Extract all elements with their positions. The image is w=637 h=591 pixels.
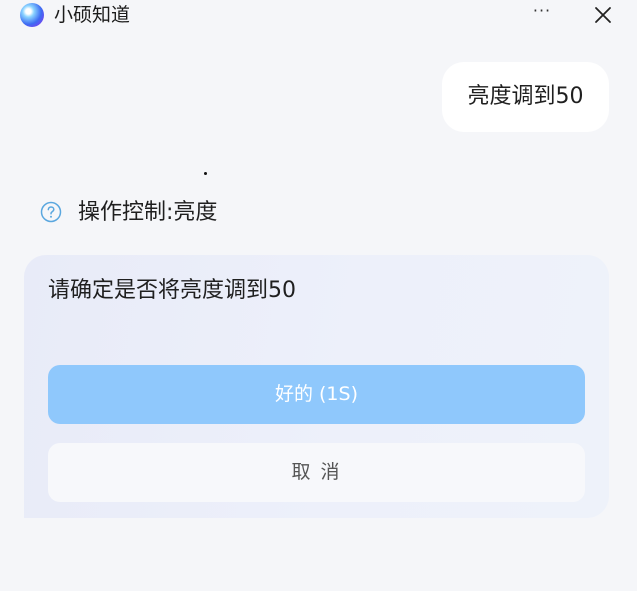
help-circle-icon [40,201,62,223]
app-title: 小硕知道 [54,4,131,26]
confirm-text: 请确定是否将亮度调到50 [48,278,296,303]
confirm-card: 请确定是否将亮度调到50 好的 (1S) 取 消 [24,255,609,518]
stray-dot [204,172,207,175]
user-message-bubble: 亮度调到50 [442,62,609,132]
close-icon [595,7,611,23]
app-logo-icon [20,3,44,27]
intent-label: 操作控制:亮度 [78,200,218,225]
more-button[interactable]: ··· [528,2,556,26]
ok-button[interactable]: 好的 (1S) [48,365,585,424]
cancel-button[interactable]: 取 消 [48,443,585,502]
title-bar: 小硕知道 ··· [0,0,637,32]
assistant-window: 小硕知道 ··· 亮度调到50 操作控制:亮度 请确定是否将亮度调到50 好的 … [0,0,637,591]
close-button[interactable] [590,2,616,28]
